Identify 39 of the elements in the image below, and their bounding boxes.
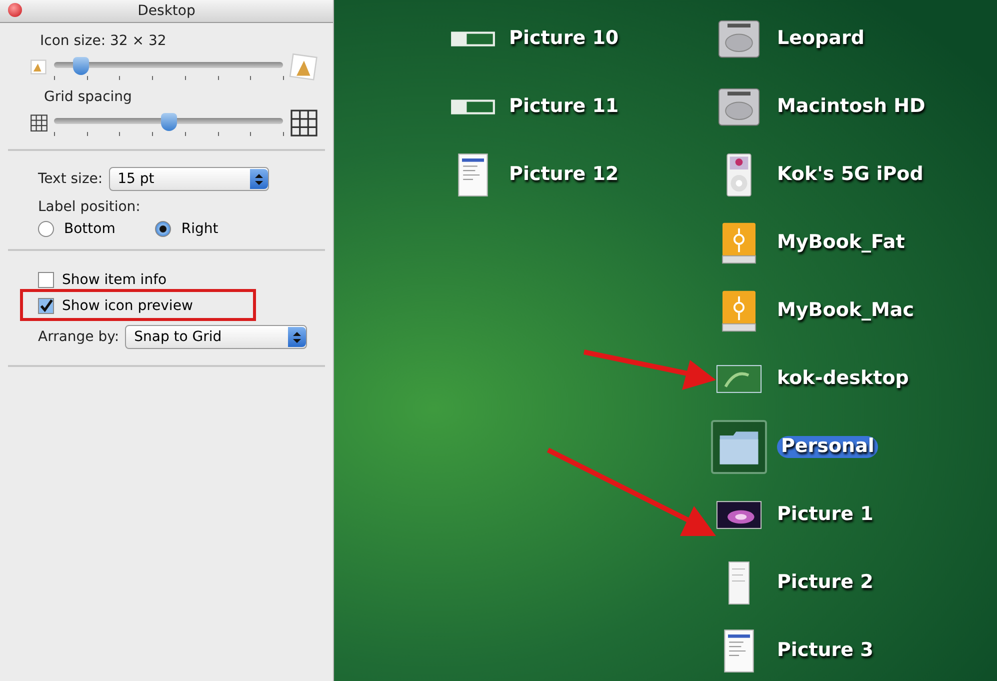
close-button[interactable] — [8, 3, 22, 17]
window-title: Desktop — [138, 3, 196, 19]
slider-thumb[interactable] — [73, 57, 90, 75]
radio-button[interactable] — [38, 221, 54, 237]
desktop-item-name[interactable]: kok-desktop — [777, 368, 927, 390]
checkbox[interactable] — [38, 298, 54, 314]
stepper-icon — [250, 169, 268, 189]
text-size-popup[interactable]: 15 pt — [108, 167, 269, 191]
stepper-icon — [288, 327, 306, 347]
slider[interactable] — [54, 57, 283, 81]
radio-button[interactable] — [155, 221, 172, 237]
slider-thumb[interactable] — [160, 113, 176, 131]
radio-option[interactable]: Bottom — [38, 221, 116, 237]
desktop-item-name[interactable]: Macintosh HD — [777, 96, 927, 118]
label-position-label: Label position: — [38, 199, 142, 215]
arrange-by-label: Arrange by: — [38, 329, 120, 345]
desktop-item-name[interactable]: Picture 10 — [509, 28, 651, 50]
large-grid-icon — [289, 108, 319, 138]
desktop-item-name[interactable]: Leopard — [777, 28, 927, 50]
slider-label: Grid spacing — [44, 89, 133, 105]
desktop-item-name[interactable]: Personal — [777, 436, 878, 458]
checkbox-option[interactable]: Show icon preview — [38, 295, 319, 317]
small-grid-icon — [30, 114, 48, 132]
desktop-item-name[interactable]: MyBook_Fat — [777, 232, 927, 254]
arrange-by-popup[interactable]: Snap to Grid — [125, 325, 308, 349]
desktop-item-name[interactable]: Picture 2 — [777, 572, 927, 594]
text-size-label: Text size: — [38, 171, 103, 187]
checkbox[interactable] — [38, 272, 54, 288]
radio-option[interactable]: Right — [155, 221, 218, 237]
desktop-item-name[interactable]: Picture 3 — [777, 640, 927, 662]
slider-label: Icon size: 32 × 32 — [40, 33, 168, 49]
slider[interactable] — [54, 113, 283, 137]
desktop-item-name[interactable]: Picture 11 — [509, 96, 651, 118]
desktop-item-name[interactable]: Picture 12 — [509, 164, 651, 186]
desktop-item-name[interactable]: MyBook_Mac — [777, 300, 927, 322]
small-picture-icon — [30, 58, 48, 76]
desktop-item-name[interactable]: Picture 1 — [777, 504, 927, 526]
checkbox-option[interactable]: Show item info — [38, 269, 319, 291]
desktop-item-name[interactable]: Kok's 5G iPod — [777, 164, 927, 186]
